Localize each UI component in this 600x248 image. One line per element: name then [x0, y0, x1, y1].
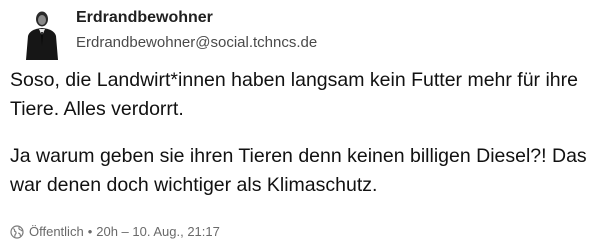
post-meta: Öffentlich • 20h – 10. Aug., 21:17 [10, 223, 220, 241]
author-display-name[interactable]: Erdrandbewohner [76, 8, 576, 28]
author-handle[interactable]: Erdrandbewohner@social.tchncs.de [76, 33, 576, 53]
post-timestamp[interactable]: 20h – 10. Aug., 21:17 [96, 223, 220, 241]
globe-icon [10, 225, 24, 239]
visibility-label: Öffentlich [29, 224, 84, 239]
meta-separator: • [87, 224, 93, 239]
person-in-suit-avatar-icon [20, 6, 64, 60]
post-content: Soso, die Landwirt*innen haben langsam k… [10, 66, 595, 200]
post-card: Erdrandbewohner Erdrandbewohner@social.t… [0, 0, 600, 248]
avatar[interactable] [20, 6, 64, 60]
post-paragraph: Soso, die Landwirt*innen haben langsam k… [10, 69, 578, 120]
post-header: Erdrandbewohner Erdrandbewohner@social.t… [76, 8, 576, 53]
post-paragraph: Ja warum geben sie ihren Tieren denn kei… [10, 145, 587, 196]
